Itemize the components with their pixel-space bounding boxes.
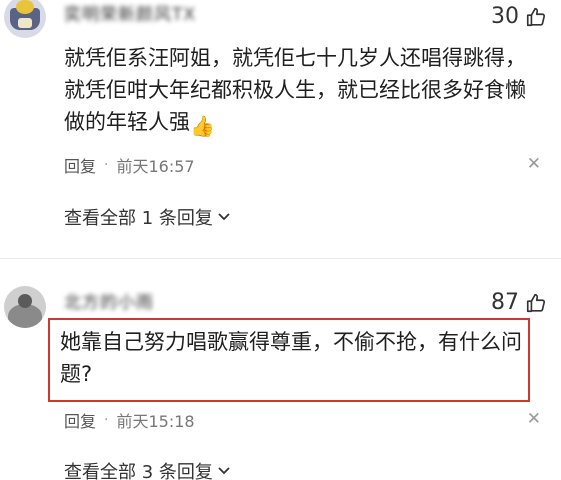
avatar[interactable] — [4, 286, 46, 328]
like-count: 87 — [491, 290, 519, 315]
comment-time: 前天16:57 — [116, 157, 195, 176]
comment-meta: 回复 · 前天15:18 — [64, 408, 195, 432]
comment-text: 她靠自己努力唱歌赢得尊重，不偷不抢，有什么问题? — [60, 330, 522, 386]
comment-item: 北方的小雨 87 她靠自己努力唱歌赢得尊重，不偷不抢，有什么问题? 回复 · 前… — [0, 280, 561, 480]
like-count: 30 — [491, 4, 519, 29]
dot-icon: · — [104, 157, 109, 173]
thumbs-up-emoji-icon: 👍 — [190, 114, 215, 138]
view-replies-button[interactable]: 查看全部 3 条回复 — [64, 458, 231, 480]
reply-button[interactable]: 回复 — [64, 153, 96, 177]
comment-time: 前天15:18 — [116, 412, 195, 431]
comment-item: 奕明荣新颜风TX 30 就凭佢系汪阿姐，就凭佢七十几岁人还唱得跳得，就凭佢咁大年… — [0, 0, 561, 251]
close-icon[interactable]: ✕ — [527, 154, 541, 174]
username[interactable]: 奕明荣新颜风TX — [64, 0, 196, 25]
view-replies-label: 查看全部 3 条回复 — [64, 462, 213, 480]
thumbs-up-icon — [525, 292, 547, 314]
view-replies-button[interactable]: 查看全部 1 条回复 — [64, 204, 231, 230]
like-button[interactable]: 30 — [491, 4, 547, 29]
comment-meta: 回复 · 前天16:57 — [64, 153, 195, 177]
comment-text: 就凭佢系汪阿姐，就凭佢七十几岁人还唱得跳得，就凭佢咁大年纪都积极人生，就已经比很… — [64, 42, 544, 142]
username[interactable]: 北方的小雨 — [64, 288, 154, 313]
dot-icon: · — [104, 412, 109, 428]
close-icon[interactable]: ✕ — [527, 409, 541, 429]
chevron-down-icon — [217, 461, 231, 480]
view-replies-label: 查看全部 1 条回复 — [64, 208, 213, 229]
avatar[interactable] — [4, 0, 46, 38]
reply-button[interactable]: 回复 — [64, 408, 96, 432]
divider — [0, 258, 561, 259]
thumbs-up-icon — [525, 6, 547, 28]
like-button[interactable]: 87 — [491, 290, 547, 315]
chevron-down-icon — [217, 207, 231, 228]
